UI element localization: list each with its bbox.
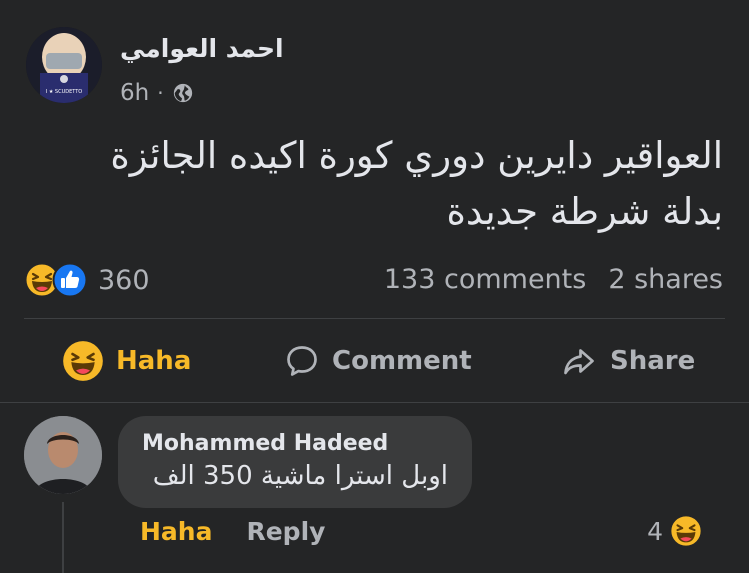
comment-button[interactable]: Comment xyxy=(284,336,472,386)
comment-actions: Haha Reply xyxy=(140,517,325,546)
haha-icon xyxy=(669,514,703,548)
like-icon xyxy=(52,262,88,298)
comment-reaction-summary[interactable]: 4 xyxy=(647,514,703,548)
post-meta: 6h · xyxy=(120,80,194,106)
avatar-badge-text: I ★ SCUDETTO xyxy=(46,89,82,95)
reaction-count: 360 xyxy=(98,264,150,296)
post-stats: 133 comments 2 shares xyxy=(384,264,723,295)
comment-button-label: Comment xyxy=(332,346,472,376)
globe-icon[interactable] xyxy=(172,82,194,104)
share-button[interactable]: Share xyxy=(560,336,695,386)
share-button-label: Share xyxy=(610,346,696,376)
commenter-avatar[interactable] xyxy=(24,416,102,494)
author-name[interactable]: احمد العوامي xyxy=(120,34,284,63)
divider xyxy=(0,402,749,403)
reaction-summary[interactable]: 360 xyxy=(24,262,150,298)
comment-reaction-count: 4 xyxy=(647,516,663,546)
haha-button-label: Haha xyxy=(116,346,192,376)
commenter-name[interactable]: Mohammed Hadeed xyxy=(142,431,388,456)
post-text: العواقير دايرين دوري كورة اكيده الجائزة … xyxy=(23,128,723,240)
shares-count[interactable]: 2 shares xyxy=(608,264,723,295)
comments-count[interactable]: 133 comments xyxy=(384,264,586,295)
haha-button[interactable]: Haha xyxy=(62,336,191,386)
author-avatar[interactable]: I ★ SCUDETTO xyxy=(26,27,102,103)
comment-reply-button[interactable]: Reply xyxy=(246,517,325,546)
thread-line xyxy=(62,502,64,573)
post-time[interactable]: 6h xyxy=(120,80,149,106)
haha-icon xyxy=(63,341,103,381)
share-icon xyxy=(564,349,594,375)
meta-separator: · xyxy=(157,81,164,105)
post-text-line-1: العواقير دايرين دوري كورة اكيده الجائزة xyxy=(110,134,723,177)
post-text-line-2: بدلة شرطة جديدة xyxy=(446,190,723,233)
divider xyxy=(24,318,725,319)
comment-haha-button[interactable]: Haha xyxy=(140,517,212,546)
comment-icon xyxy=(287,346,317,376)
comment-text: اوبل استرا ماشية 350 الف xyxy=(152,461,448,491)
